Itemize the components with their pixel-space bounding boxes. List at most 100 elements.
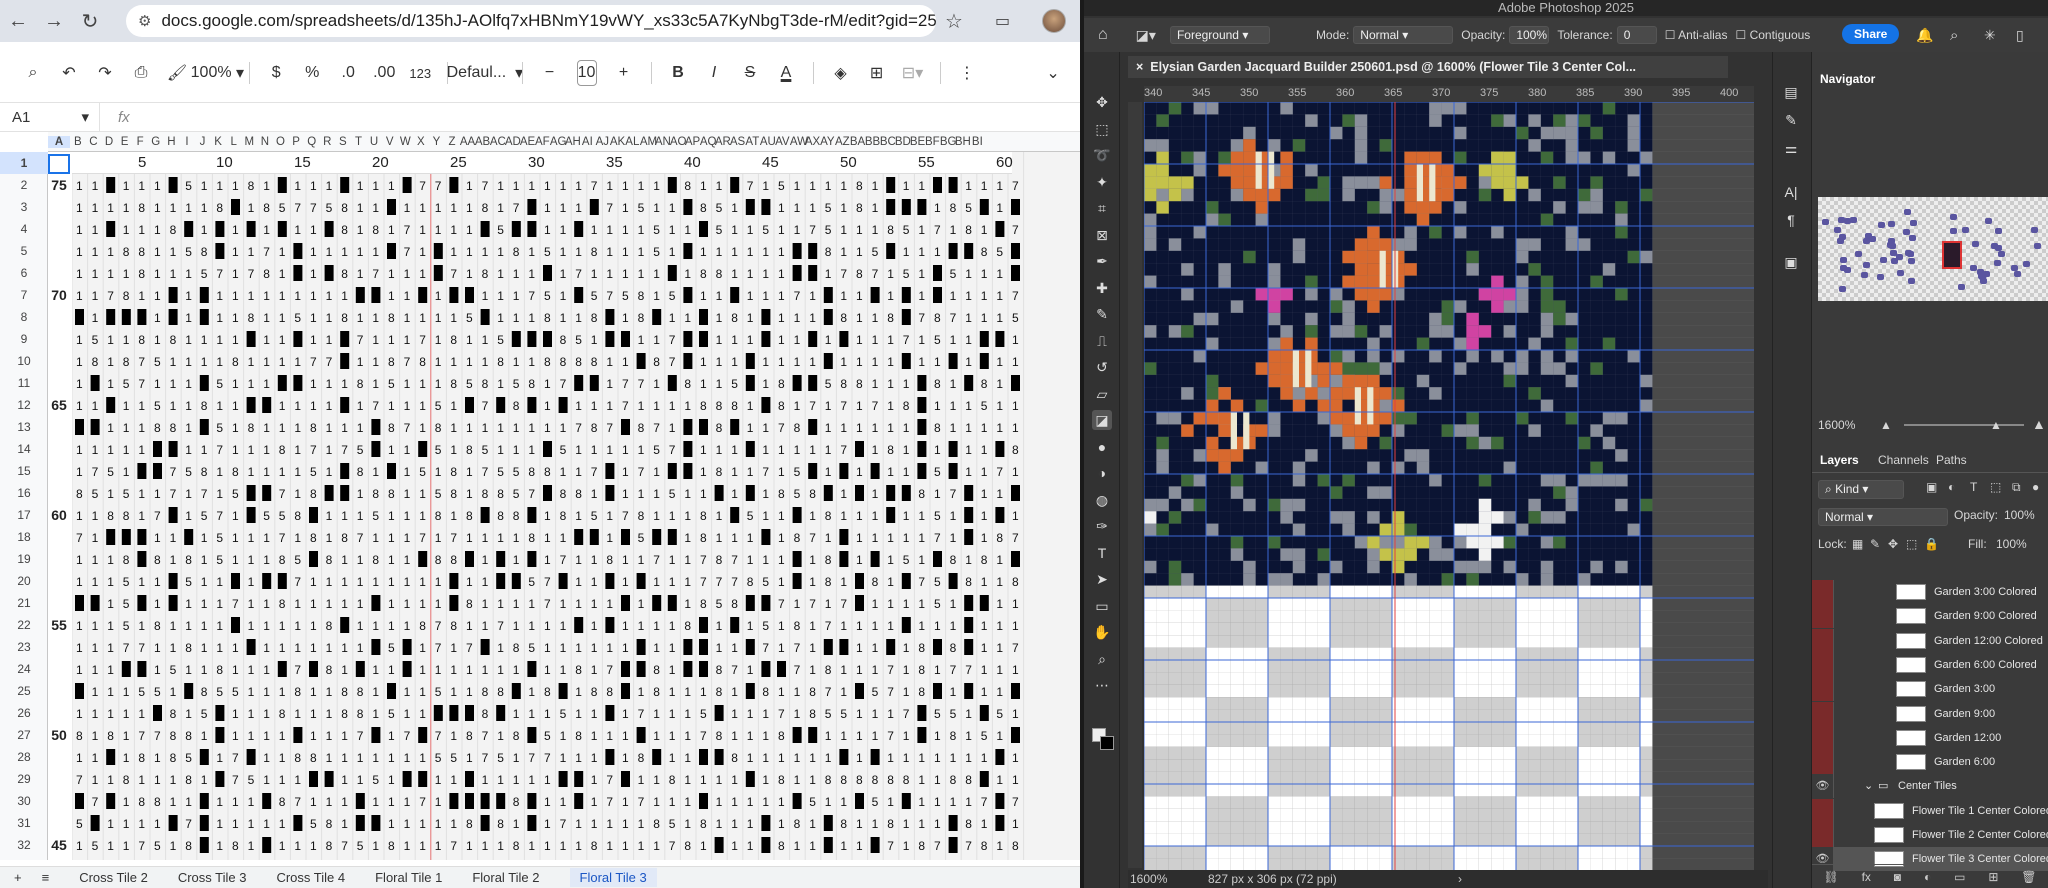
font-size-input[interactable]: 10 <box>576 60 597 86</box>
filter-type-icon[interactable]: T <box>1970 480 1977 494</box>
zoom-out-icon[interactable]: ▲ <box>1880 418 1892 432</box>
layer-row[interactable]: Garden 12:00 <box>1812 725 2048 750</box>
row-header-cell[interactable]: 10 <box>0 350 48 372</box>
column-header-cell[interactable]: C <box>86 136 102 148</box>
visibility-eye-icon[interactable] <box>1812 701 1834 726</box>
layer-row[interactable]: Flower Tile 2 Center Colored <box>1812 823 2048 847</box>
column-header-cell[interactable]: AD <box>505 136 521 148</box>
healing-icon[interactable]: ✚ <box>1092 278 1112 298</box>
column-header-cell[interactable]: AT <box>745 136 760 148</box>
column-header-cell[interactable]: AN <box>655 136 671 148</box>
visibility-eye-icon[interactable] <box>1812 798 1834 823</box>
filter-toggle-icon[interactable]: ● <box>2032 480 2039 494</box>
stamp-icon[interactable]: ⎍ <box>1092 331 1112 351</box>
row-header-cell[interactable]: 13 <box>0 416 48 438</box>
paint-bucket-icon[interactable]: ◪▾ <box>1136 27 1156 44</box>
path-select-icon[interactable]: ➤ <box>1092 569 1112 589</box>
decrease-decimal-button[interactable]: .0 <box>339 64 357 82</box>
italic-button[interactable]: I <box>705 64 723 82</box>
row-header-cell[interactable]: 30 <box>0 790 48 812</box>
mask-icon[interactable]: ◙ <box>1894 870 1901 884</box>
forward-icon[interactable]: → <box>36 3 72 39</box>
dodge-icon[interactable]: ◑ <box>1092 463 1112 483</box>
row-header-cell[interactable]: 22 <box>0 614 48 636</box>
group-toggle-icon[interactable]: ⌄ <box>1864 774 1873 798</box>
font-size-decrease-button[interactable]: − <box>541 64 559 82</box>
layer-row[interactable]: Garden 9:00 <box>1812 701 2048 726</box>
home-icon[interactable]: ⌂ <box>1098 26 1108 44</box>
column-header-cell[interactable]: G <box>148 136 164 148</box>
type-icon[interactable]: T <box>1092 543 1112 563</box>
column-header-cell[interactable]: AH <box>565 136 581 148</box>
hand-icon[interactable]: ✋ <box>1092 622 1112 642</box>
redo-icon[interactable]: ↷ <box>96 63 114 83</box>
fill-color-icon[interactable]: ◈ <box>832 63 850 83</box>
more-icon[interactable]: ⋮ <box>958 63 976 83</box>
column-header-cell[interactable]: O <box>273 136 289 148</box>
eraser-icon[interactable]: ▱ <box>1092 384 1112 404</box>
address-bar[interactable]: ⚙ docs.google.com/spreadsheets/d/135hJ-A… <box>126 5 936 37</box>
document-tab[interactable]: × Elysian Garden Jacquard Builder 250601… <box>1128 56 1728 78</box>
row-header-cell[interactable]: 18 <box>0 526 48 548</box>
sheet-tab[interactable]: Cross Tile 2 <box>79 870 148 885</box>
visibility-eye-icon[interactable] <box>1812 677 1834 702</box>
column-header-cell[interactable]: H <box>164 136 180 148</box>
layer-row[interactable]: Garden 6:00 Colored <box>1812 652 2048 677</box>
column-header-cell[interactable]: AF <box>535 136 550 148</box>
panel-icon-character[interactable]: A| <box>1781 182 1801 202</box>
row-header-cell[interactable]: 2 <box>0 174 48 196</box>
contiguous-checkbox[interactable]: ☐ Contiguous <box>1735 28 1810 42</box>
visibility-eye-icon[interactable] <box>1812 823 1834 847</box>
panel-tab-paths[interactable]: Paths <box>1936 453 1967 467</box>
bookmark-star-icon[interactable]: ☆ <box>945 9 963 34</box>
column-header-cell[interactable]: X <box>413 136 429 148</box>
number-format-button[interactable]: 123 <box>409 66 431 81</box>
sponge-icon[interactable]: ◍ <box>1092 490 1112 510</box>
panel-icon-glyphs[interactable]: ▣ <box>1781 252 1801 272</box>
column-header-cell[interactable]: AI <box>580 136 595 148</box>
paint-format-icon[interactable]: 🖌 <box>167 63 187 83</box>
row-header-cell[interactable]: 14 <box>0 438 48 460</box>
sheet-tab[interactable]: Cross Tile 4 <box>276 870 345 885</box>
visibility-eye-icon[interactable] <box>1812 652 1834 677</box>
active-cell-a1[interactable] <box>48 154 70 174</box>
sheet-tab[interactable]: Floral Tile 3 <box>569 868 657 887</box>
lock-artboard-icon[interactable]: ⬚ <box>1906 537 1917 551</box>
fill-value[interactable]: 100% <box>1996 537 2027 551</box>
layer-row[interactable]: Garden 9:00 Colored <box>1812 604 2048 629</box>
all-sheets-icon[interactable]: ≡ <box>42 870 50 885</box>
navigator-viewport-box[interactable] <box>1942 241 1962 269</box>
frame-icon[interactable]: ⊠ <box>1092 225 1112 245</box>
row-header-cell[interactable]: 24 <box>0 658 48 680</box>
marquee-icon[interactable]: ⬚ <box>1092 119 1112 139</box>
fx-icon[interactable]: fx <box>1862 870 1871 884</box>
document-canvas[interactable] <box>1144 102 1754 870</box>
share-button[interactable]: Share <box>1842 24 1900 44</box>
row-header-cell[interactable]: 8 <box>0 306 48 328</box>
layer-row[interactable]: Garden 3:00 Colored <box>1812 580 2048 604</box>
column-header-cell[interactable]: AU <box>760 136 776 148</box>
font-size-increase-button[interactable]: + <box>615 64 633 82</box>
row-header-cell[interactable]: 20 <box>0 570 48 592</box>
row-header-cell[interactable]: 15 <box>0 460 48 482</box>
magic-wand-icon[interactable]: ✦ <box>1092 172 1112 192</box>
row-header-cell[interactable]: 17 <box>0 504 48 526</box>
blend-mode-select[interactable]: Normal ▾ <box>1818 508 1948 526</box>
column-header-cell[interactable]: N <box>257 136 273 148</box>
column-header-cell[interactable]: Q <box>304 136 320 148</box>
lock-move-icon[interactable]: ✥ <box>1888 537 1898 551</box>
column-header-cell[interactable]: AE <box>520 136 535 148</box>
new-group-icon[interactable]: ▭ <box>1954 870 1965 884</box>
visibility-eye-icon[interactable] <box>1812 628 1834 653</box>
navigator-tab[interactable]: Navigator <box>1820 72 1875 86</box>
font-select[interactable]: Defaul... ▾ <box>447 63 524 83</box>
name-box[interactable]: A1 ▾ <box>0 103 100 131</box>
panel-icon-brush[interactable]: ✎ <box>1781 110 1801 130</box>
column-header-cell[interactable]: AV <box>775 136 790 148</box>
column-header-cell[interactable]: AA <box>460 136 475 148</box>
layer-row[interactable]: Flower Tile 1 Center Colored <box>1812 798 2048 823</box>
zoom-slider-handle[interactable]: ▲ <box>1990 418 2002 432</box>
currency-button[interactable]: $ <box>267 64 285 82</box>
visibility-eye-icon[interactable] <box>1812 725 1834 750</box>
row-header-cell[interactable]: 3 <box>0 196 48 218</box>
